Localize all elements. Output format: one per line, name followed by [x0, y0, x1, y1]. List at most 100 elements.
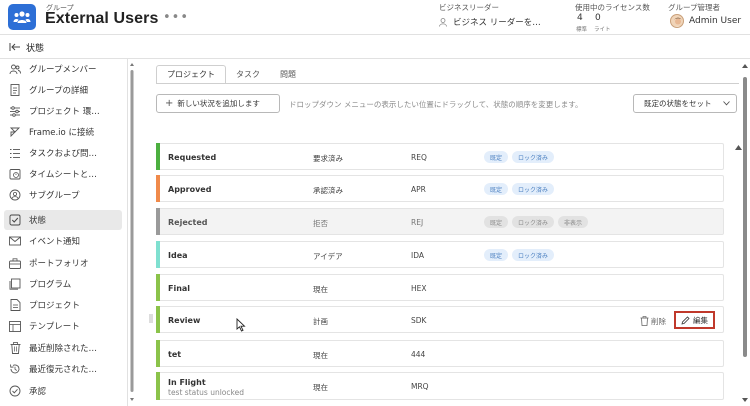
row-actions: 削除 編集 — [640, 311, 715, 329]
tab-projects[interactable]: プロジェクト — [156, 65, 226, 84]
status-code: APR — [411, 185, 426, 194]
tag-hidden: 非表示 — [558, 216, 589, 228]
status-code: MRQ — [411, 382, 429, 391]
breadcrumb: 状態 — [0, 35, 750, 59]
status-color-bar — [156, 274, 160, 301]
status-name: Rejected — [168, 218, 208, 227]
sidebar-item-recently-deleted[interactable]: 最近削除された… — [4, 338, 122, 358]
program-icon — [8, 277, 22, 291]
tag-locked: ロック済み — [512, 216, 555, 228]
admin-name[interactable]: Admin User — [689, 16, 741, 26]
status-row-idea[interactable]: Idea アイデア IDA 既定 ロック済み — [156, 241, 724, 268]
collapse-sidebar-icon[interactable] — [9, 42, 21, 52]
tag-default: 既定 — [484, 216, 509, 228]
tag-default: 既定 — [484, 249, 509, 261]
more-options-icon[interactable]: ••• — [163, 10, 189, 25]
status-row-tet[interactable]: tet 現在 444 — [156, 340, 724, 367]
add-status-label: 新しい状況を追加します — [177, 99, 260, 108]
sidebar-item-label: テンプレート — [29, 322, 80, 332]
sidebar-item-project-prefs[interactable]: プロジェクト 環… — [4, 101, 122, 121]
sidebar-item-details[interactable]: グループの詳細 — [4, 80, 122, 100]
business-leader-picker[interactable]: ビジネス リーダーを… — [439, 16, 541, 28]
sidebar-item-event-notifications[interactable]: イベント通知 — [4, 231, 122, 251]
breadcrumb-title: 状態 — [26, 44, 45, 54]
license-light-label: ライト — [594, 27, 611, 33]
avatar[interactable] — [670, 14, 684, 28]
license-standard-label: 標準 — [576, 27, 588, 33]
edit-status-button[interactable]: 編集 — [674, 311, 715, 329]
sidebar-item-members[interactable]: グループメンバー — [4, 59, 122, 79]
tag-locked: ロック済み — [512, 183, 555, 195]
sidebar-item-label: タスクおよび問… — [29, 149, 98, 159]
trash-icon — [640, 316, 649, 326]
person-icon — [439, 17, 447, 27]
business-leader-label: ビジネスリーダー — [439, 3, 499, 12]
delete-status-button[interactable]: 削除 — [640, 316, 666, 327]
status-code: HEX — [411, 284, 427, 293]
sidebar-item-templates[interactable]: テンプレート — [4, 316, 122, 336]
sidebar-item-projects[interactable]: プロジェクト — [4, 295, 122, 315]
status-code: 444 — [411, 350, 426, 359]
sidebar-item-label: グループメンバー — [29, 65, 97, 75]
pencil-icon — [681, 315, 690, 325]
page-scrollbar[interactable] — [740, 59, 750, 406]
tag-locked: ロック済み — [512, 151, 555, 163]
set-default-status-button[interactable]: 既定の状態をセット — [633, 94, 737, 113]
sidebar-item-tasks-issues[interactable]: タスクおよび問… — [4, 143, 122, 163]
sidebar-item-subgroups[interactable]: サブグループ — [4, 185, 122, 205]
status-equates: 現在 — [313, 383, 328, 392]
tab-issues[interactable]: 問題 — [270, 65, 306, 84]
sidebar-item-approvals[interactable]: 承認 — [4, 381, 122, 401]
sidebar-item-programs[interactable]: プログラム — [4, 274, 122, 294]
subgroup-icon — [8, 188, 22, 202]
project-icon — [8, 298, 22, 312]
sidebar-item-label: Frame.io に接続 — [29, 128, 94, 138]
sidebar-item-label: イベント通知 — [29, 237, 81, 247]
status-color-bar — [156, 208, 160, 235]
status-name: Review — [168, 316, 201, 325]
page-scroll-thumb[interactable] — [743, 77, 747, 357]
status-color-bar — [156, 372, 160, 400]
status-tags: 既定 ロック済み — [484, 151, 555, 163]
sidebar-item-frameio[interactable]: Frame.io に接続 — [4, 122, 122, 142]
status-check-icon — [8, 213, 22, 227]
license-standard-count: 4 — [577, 13, 583, 23]
sidebar-item-portfolios[interactable]: ポートフォリオ — [4, 253, 122, 273]
sidebar-item-recently-restored[interactable]: 最近復元された… — [4, 359, 122, 379]
drag-handle-icon[interactable] — [149, 314, 153, 325]
top-header: グループ External Users ••• ビジネスリーダー ビジネス リー… — [0, 0, 750, 35]
template-icon — [8, 319, 22, 333]
license-label: 使用中のライセンス数 — [575, 3, 650, 12]
status-row-in-flight[interactable]: In Flight test status unlocked 現在 MRQ — [156, 372, 724, 400]
sidebar-item-label: タイムシートと… — [29, 170, 97, 180]
mouse-cursor-icon — [236, 318, 246, 332]
page-title: External Users — [45, 10, 159, 27]
briefcase-icon — [8, 256, 22, 270]
status-row-rejected[interactable]: Rejected 拒否 REJ 既定 ロック済み 非表示 — [156, 208, 724, 235]
status-equates: 要求済み — [313, 154, 343, 163]
sidebar-item-statuses[interactable]: 状態 — [4, 210, 122, 230]
status-code: REQ — [411, 153, 427, 162]
tab-tasks[interactable]: タスク — [226, 65, 270, 84]
sidebar-item-label: 最近復元された… — [29, 365, 98, 375]
status-row-requested[interactable]: Requested 要求済み REQ 既定 ロック済み — [156, 143, 724, 170]
sidebar-item-timesheets[interactable]: タイムシートと… — [4, 164, 122, 184]
tab-divider — [156, 83, 739, 84]
users-icon — [8, 62, 22, 76]
status-row-final[interactable]: Final 現在 HEX — [156, 274, 724, 301]
status-tags: 既定 ロック済み — [484, 183, 555, 195]
status-color-bar — [156, 241, 160, 268]
status-color-bar — [156, 175, 160, 202]
status-row-approved[interactable]: Approved 承認済み APR 既定 ロック済み — [156, 175, 724, 202]
add-status-button[interactable]: + 新しい状況を追加します — [156, 94, 280, 113]
sidebar-item-label: プロジェクト — [29, 301, 81, 311]
envelope-icon — [8, 234, 22, 248]
status-code: IDA — [411, 251, 424, 260]
status-equates: 計画 — [313, 317, 328, 326]
sidebar-scrollbar[interactable] — [129, 60, 135, 406]
sidebar-item-label: ポートフォリオ — [29, 259, 89, 269]
status-code: SDK — [411, 316, 427, 325]
tag-locked: ロック済み — [512, 249, 555, 261]
status-name: Idea — [168, 251, 188, 260]
admin-label: グループ管理者 — [668, 3, 721, 12]
